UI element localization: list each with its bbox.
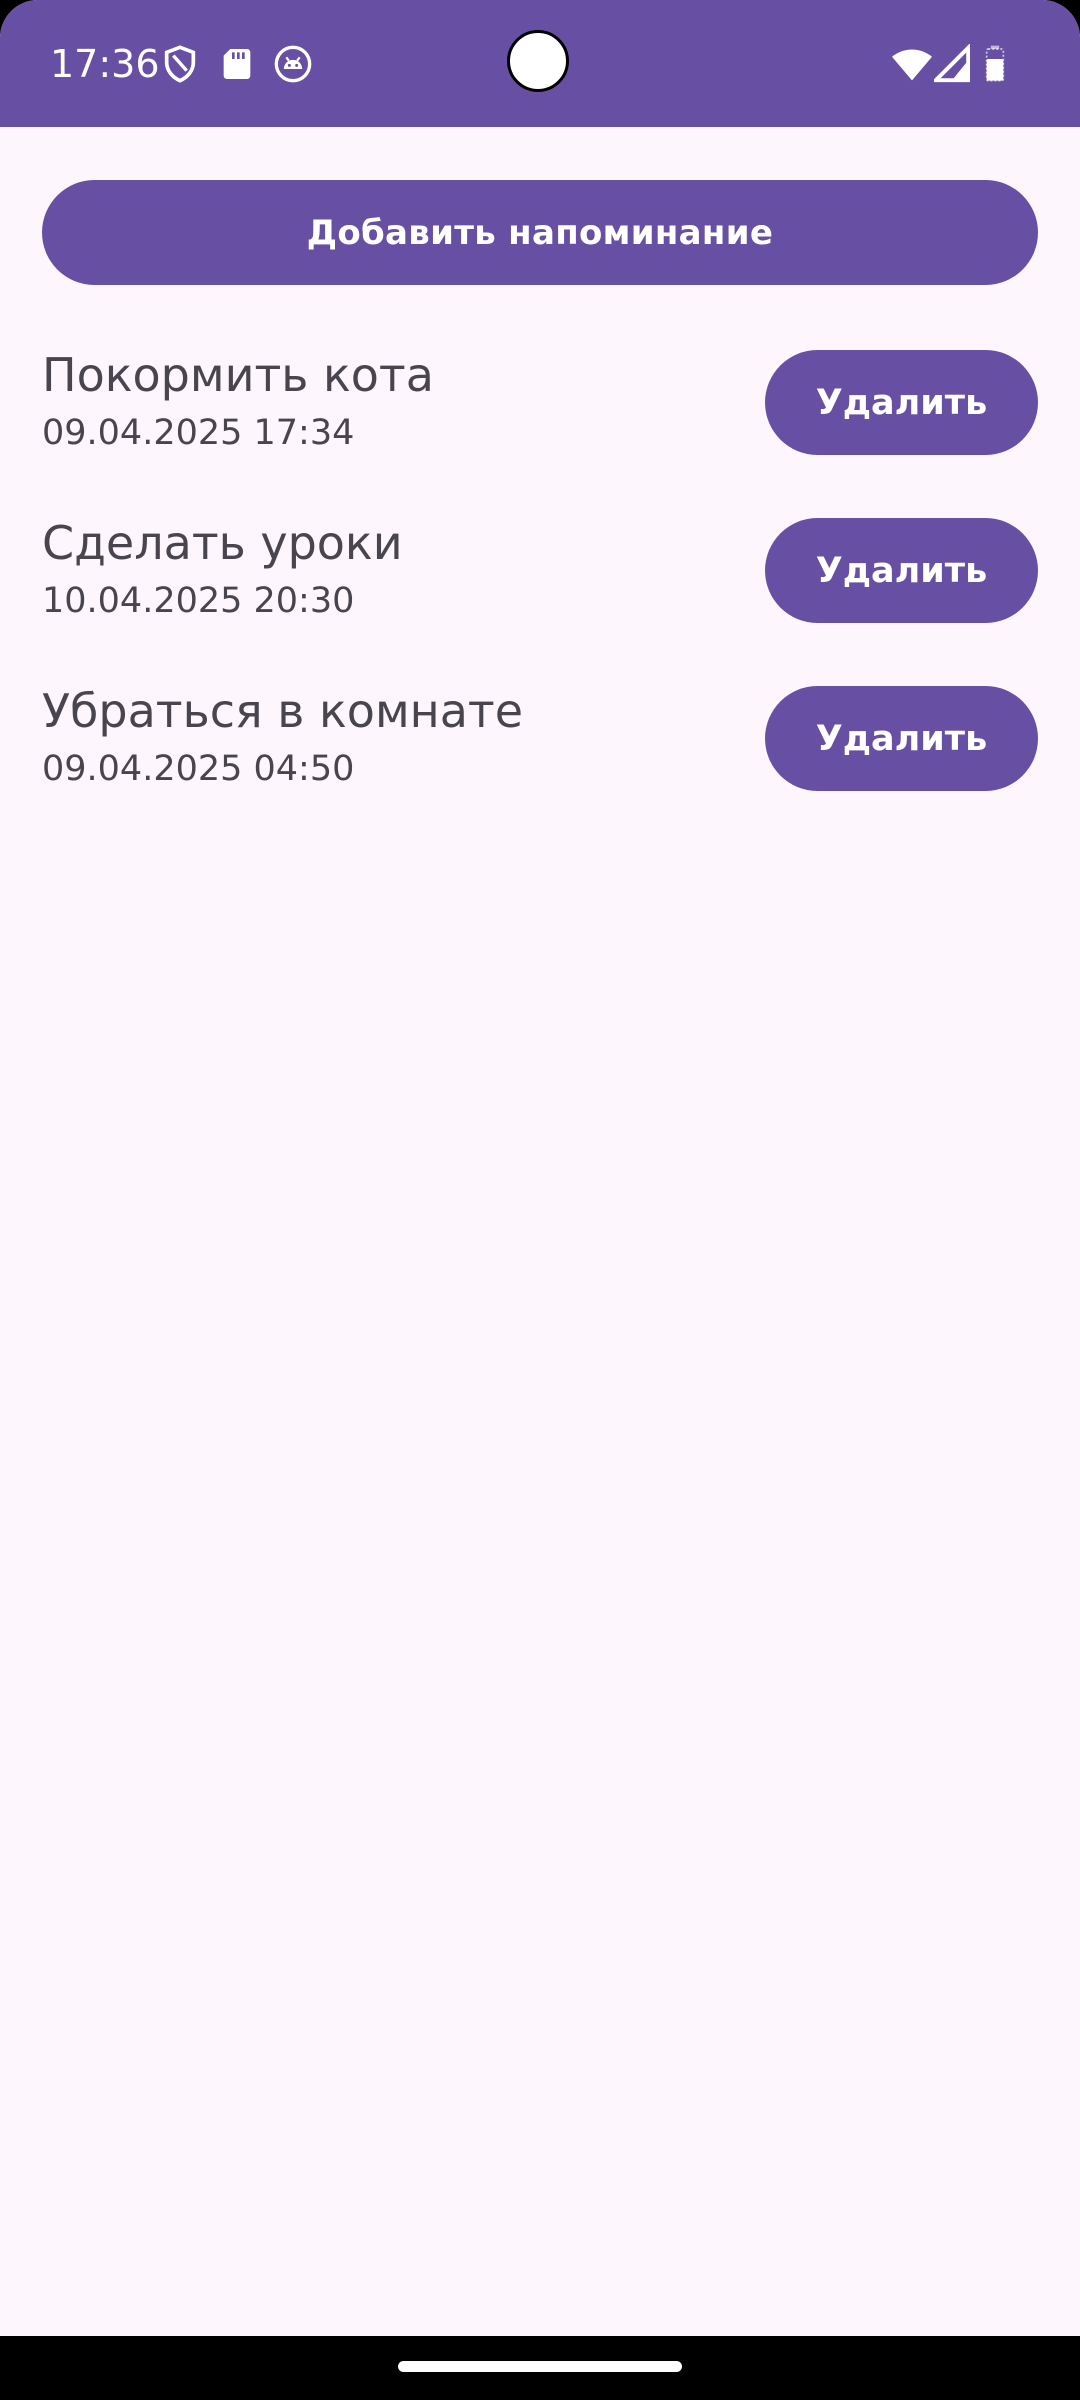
reminder-datetime: 10.04.2025 20:30 [42, 581, 355, 621]
battery-icon [980, 44, 1010, 84]
reminder-title: Убраться в комнате [42, 684, 524, 738]
status-time: 17:36 [50, 42, 160, 86]
shield-icon [160, 44, 200, 84]
delete-button[interactable]: Удалить [765, 518, 1038, 623]
reminder-title: Сделать уроки [42, 516, 403, 570]
delete-button[interactable]: Удалить [765, 686, 1038, 791]
delete-button[interactable]: Удалить [765, 350, 1038, 455]
reminder-item: Сделать уроки 10.04.2025 20:30 Удалить [42, 516, 1038, 633]
cell-signal-icon [931, 43, 971, 84]
reminder-title: Покормить кота [42, 348, 434, 402]
reminder-item: Убраться в комнате 09.04.2025 04:50 Удал… [42, 684, 1038, 801]
reminder-datetime: 09.04.2025 17:34 [42, 413, 355, 453]
front-camera [507, 30, 569, 92]
sd-card-icon [217, 44, 257, 84]
add-reminder-button[interactable]: Добавить напоминание [42, 180, 1038, 285]
home-gesture-handle[interactable] [398, 2361, 682, 2372]
status-bar: 17:36 [0, 0, 1080, 127]
wifi-icon [890, 44, 934, 84]
app-screen: 17:36 Добавить напоминание Покормить кот… [0, 0, 1080, 2336]
android-robot-icon [273, 44, 313, 84]
reminder-item: Покормить кота 09.04.2025 17:34 Удалить [42, 348, 1038, 465]
reminder-datetime: 09.04.2025 04:50 [42, 749, 355, 789]
